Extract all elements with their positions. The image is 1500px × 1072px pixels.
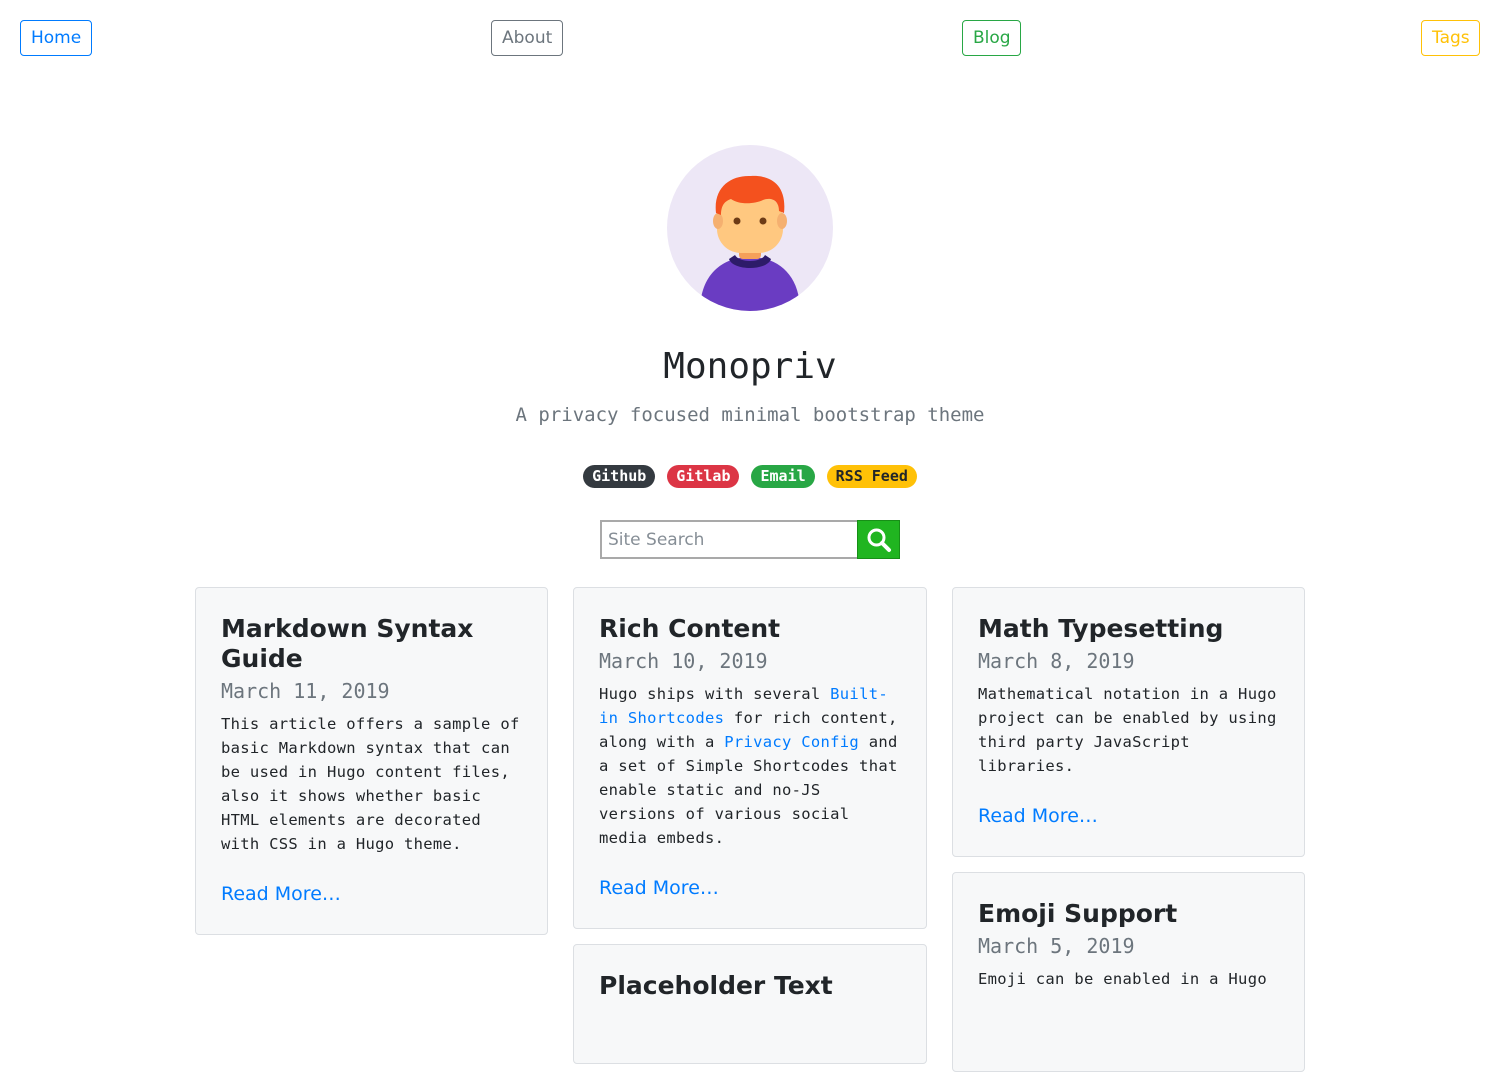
search-button[interactable] (857, 520, 900, 559)
post-date: March 5, 2019 (978, 934, 1135, 958)
post-card: Rich Content March 10, 2019 Hugo ships w… (573, 587, 927, 929)
privacy-config-link[interactable]: Privacy Config (724, 733, 859, 751)
nav-home-button[interactable]: Home (20, 20, 92, 56)
post-card: Math Typesetting March 8, 2019 Mathemati… (952, 587, 1305, 857)
site-search-input[interactable] (600, 520, 858, 559)
post-card: Placeholder Text (573, 944, 927, 1064)
summary-text: Hugo ships with several (599, 685, 831, 703)
read-more-link[interactable]: Read More… (599, 875, 719, 901)
post-title[interactable]: Markdown Syntax Guide (221, 614, 522, 674)
post-summary: Mathematical notation in a Hugo project … (978, 685, 1277, 775)
read-more-link[interactable]: Read More… (978, 803, 1098, 829)
rss-feed-badge-link[interactable]: RSS Feed (826, 465, 917, 488)
post-date: March 10, 2019 (599, 649, 768, 673)
read-more-link[interactable]: Read More… (221, 881, 341, 907)
post-card: Emoji Support March 5, 2019 Emoji can be… (952, 872, 1305, 1072)
nav-about-button[interactable]: About (491, 20, 563, 56)
email-badge-link[interactable]: Email (751, 465, 815, 488)
github-badge-link[interactable]: Github (583, 465, 656, 488)
post-title[interactable]: Math Typesetting (978, 614, 1279, 644)
nav-tags-button[interactable]: Tags (1421, 20, 1480, 56)
nav-blog-button[interactable]: Blog (962, 20, 1021, 56)
post-title[interactable]: Emoji Support (978, 899, 1279, 929)
social-links: Github Gitlab Email RSS Feed (0, 465, 1500, 488)
post-summary: Emoji can be enabled in a Hugo (978, 970, 1267, 988)
post-date: March 11, 2019 (221, 679, 390, 703)
person-avatar-icon (700, 175, 800, 311)
post-summary: This article offers a sample of basic Ma… (221, 715, 520, 853)
site-title: Monopriv (663, 346, 837, 387)
site-subtitle: A privacy focused minimal bootstrap them… (515, 404, 985, 426)
post-title[interactable]: Rich Content (599, 614, 901, 644)
avatar (667, 145, 833, 311)
post-date: March 8, 2019 (978, 649, 1135, 673)
post-card: Markdown Syntax Guide March 11, 2019 Thi… (195, 587, 548, 935)
search-icon (867, 528, 891, 552)
post-title[interactable]: Placeholder Text (599, 971, 901, 1001)
gitlab-badge-link[interactable]: Gitlab (667, 465, 740, 488)
post-summary: Hugo ships with several Built-in Shortco… (599, 682, 901, 850)
